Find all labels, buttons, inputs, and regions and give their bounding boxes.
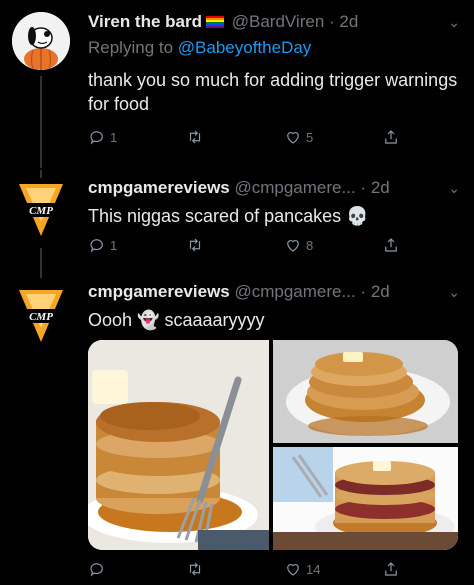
heart-icon [287, 240, 299, 252]
like-count: 8 [306, 237, 314, 253]
display-name[interactable]: cmpgamereviews [88, 282, 230, 301]
like-count: 14 [306, 561, 321, 577]
like-count: 5 [306, 129, 314, 145]
tweet-header: Viren the bard @BardViren · 2d [88, 12, 358, 32]
like-button[interactable]: 5 [284, 128, 313, 146]
like-button[interactable]: 8 [284, 236, 313, 254]
avatar-snoopy[interactable] [12, 12, 70, 70]
separator: · [360, 178, 367, 197]
reply-icon [90, 239, 103, 253]
reply-button[interactable] [88, 560, 110, 578]
tweet-text-row: Oooh 👻 scaaaaryyyy [88, 308, 458, 332]
skull-emoji: 💀 [346, 206, 369, 226]
retweet-button[interactable] [186, 236, 208, 254]
ghost-emoji: 👻 [137, 310, 160, 330]
timestamp[interactable]: 2d [339, 12, 358, 31]
tweet-text: thank you so much for adding trigger war… [88, 70, 458, 114]
thread-line [40, 248, 42, 278]
share-button[interactable] [382, 236, 400, 254]
heart-icon [287, 564, 299, 576]
snoopy-pumpkin-image [12, 12, 70, 70]
pancake-stack-plate-image [273, 340, 458, 443]
cmp-logo-text: CMP [29, 205, 53, 217]
tweet-header: cmpgamereviews @cmpgamere... · 2d [88, 178, 390, 198]
retweet-icon [189, 562, 201, 576]
chevron-down-icon[interactable]: ⌄ [448, 180, 460, 197]
share-icon [385, 238, 397, 252]
avatar-cmp[interactable]: CMP [12, 286, 70, 344]
share-icon [385, 130, 397, 144]
share-button[interactable] [382, 128, 400, 146]
separator: · [360, 282, 367, 301]
tweet-text: This niggas scared of pancakes [88, 206, 342, 226]
tweet-1[interactable]: Viren the bard @BardViren · 2d ⌄ Replyin… [0, 0, 474, 170]
reply-button[interactable]: 1 [88, 236, 117, 254]
pancake-photo-3[interactable] [273, 447, 458, 550]
separator: · [329, 12, 335, 31]
tweet-text-prefix: Oooh [88, 310, 133, 330]
handle[interactable]: @BardViren [232, 12, 325, 31]
action-bar: 1 8 [88, 236, 408, 258]
retweet-button[interactable] [186, 560, 208, 578]
reply-count: 1 [110, 129, 118, 145]
handle[interactable]: @cmpgamere... [234, 178, 355, 197]
handle[interactable]: @cmpgamere... [234, 282, 355, 301]
retweet-icon [189, 238, 201, 252]
cmp-logo-text: CMP [29, 311, 53, 323]
action-bar: 1 5 [88, 128, 408, 150]
replying-to: Replying to @BabeyoftheDay [88, 38, 311, 58]
chevron-down-icon[interactable]: ⌄ [448, 284, 460, 301]
display-name[interactable]: Viren the bard [88, 12, 202, 31]
like-button[interactable]: 14 [284, 560, 320, 578]
retweet-button[interactable] [186, 128, 208, 146]
display-name[interactable]: cmpgamereviews [88, 178, 230, 197]
tweet-2[interactable]: CMP cmpgamereviews @cmpgamere... · 2d ⌄ … [0, 170, 474, 280]
pancake-stack-with-fork-image [88, 340, 269, 550]
share-icon [385, 562, 397, 576]
pancake-stack-berries-image [273, 447, 458, 550]
tweet-text: scaaaaryyyy [164, 310, 265, 330]
pancake-photo-1[interactable] [88, 340, 269, 550]
mention-link[interactable]: @BabeyoftheDay [178, 38, 312, 57]
chevron-down-icon[interactable]: ⌄ [448, 14, 460, 31]
rainbow-flag-icon [206, 16, 224, 28]
thread-line-top [40, 170, 42, 178]
reply-icon [90, 563, 103, 577]
avatar-cmp[interactable]: CMP [12, 180, 70, 238]
timestamp[interactable]: 2d [371, 178, 390, 197]
action-bar: 14 [88, 560, 408, 582]
media-grid [88, 340, 458, 550]
pancake-photo-2[interactable] [273, 340, 458, 443]
tweet-header: cmpgamereviews @cmpgamere... · 2d [88, 282, 390, 302]
retweet-icon [189, 130, 201, 144]
reply-count: 1 [110, 237, 118, 253]
thread-line [40, 76, 42, 168]
cmp-logo-image: CMP [12, 184, 70, 236]
timestamp[interactable]: 2d [371, 282, 390, 301]
cmp-logo-image: CMP [12, 290, 70, 342]
reply-icon [90, 131, 103, 145]
heart-icon [287, 132, 299, 144]
tweet-text-row: This niggas scared of pancakes 💀 [88, 204, 458, 228]
share-button[interactable] [382, 560, 400, 578]
reply-button[interactable]: 1 [88, 128, 117, 146]
replying-prefix: Replying to [88, 38, 174, 57]
